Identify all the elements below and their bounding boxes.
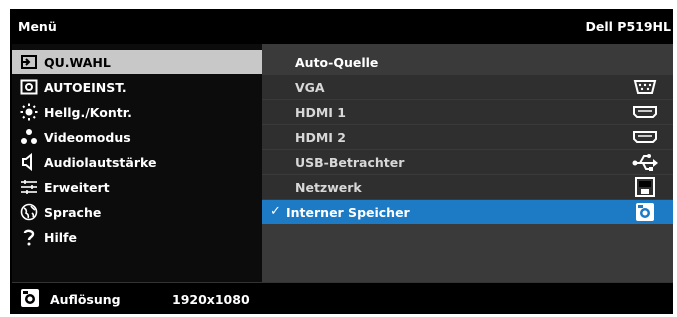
checkmark-icon: ✓ xyxy=(270,204,281,219)
menu-item-label: QU.WAHL xyxy=(44,55,111,70)
submenu-item-hdmi-2[interactable]: HDMI 2 xyxy=(262,125,673,149)
speaker-icon xyxy=(22,153,32,171)
menu-item-audio-volume[interactable]: Audiolautstärke xyxy=(12,150,262,174)
input-source-icon xyxy=(21,55,37,69)
video-mode-icon xyxy=(21,129,37,144)
language-globe-icon xyxy=(20,203,38,221)
menu-title: Menü xyxy=(18,19,57,34)
osd-window: Menü Dell P519HL QU.WAHL AUTOEINST. Hell… xyxy=(10,9,673,314)
menu-item-brightness-contrast[interactable]: Hellg./Kontr. xyxy=(12,100,262,124)
menu-item-label: Hilfe xyxy=(44,230,77,245)
model-name: Dell P519HL xyxy=(585,19,671,34)
submenu-item-internal-storage[interactable]: ✓ Interner Speicher xyxy=(262,200,673,224)
help-icon xyxy=(23,229,35,246)
submenu-item-usb-viewer[interactable]: USB-Betrachter xyxy=(262,150,673,174)
submenu-item-vga[interactable]: VGA xyxy=(262,75,673,99)
menu-item-label: Videomodus xyxy=(44,130,131,145)
osd-footer: Auflösung 1920x1080 xyxy=(10,283,673,314)
internal-storage-icon xyxy=(21,289,39,307)
menu-item-video-mode[interactable]: Videomodus xyxy=(12,125,262,149)
advanced-settings-icon xyxy=(21,180,37,194)
submenu-item-label: VGA xyxy=(295,80,325,95)
internal-storage-icon xyxy=(636,203,654,221)
submenu-item-network[interactable]: Netzwerk xyxy=(262,175,673,199)
menu-item-label: Sprache xyxy=(44,205,102,220)
hdmi-port-icon xyxy=(633,131,657,143)
menu-item-input-source[interactable]: QU.WAHL xyxy=(12,50,262,74)
menu-item-language[interactable]: Sprache xyxy=(12,200,262,224)
usb-icon xyxy=(632,154,658,171)
submenu-item-hdmi-1[interactable]: HDMI 1 xyxy=(262,100,673,124)
resolution-label: Auflösung xyxy=(50,292,121,307)
submenu-item-label: Interner Speicher xyxy=(286,205,410,220)
auto-adjust-icon xyxy=(20,79,38,95)
submenu-item-label: Netzwerk xyxy=(295,180,362,195)
submenu-item-label: HDMI 2 xyxy=(295,130,346,145)
vga-port-icon xyxy=(633,80,657,94)
menu-item-advanced[interactable]: Erweitert xyxy=(12,175,262,199)
menu-item-label: Audiolautstärke xyxy=(44,155,157,170)
network-icon xyxy=(635,177,655,197)
brightness-icon xyxy=(20,103,38,121)
menu-item-label: Hellg./Kontr. xyxy=(44,105,132,120)
hdmi-port-icon xyxy=(633,106,657,118)
menu-item-label: Erweitert xyxy=(44,180,110,195)
submenu-item-auto-source[interactable]: Auto-Quelle xyxy=(262,50,673,74)
submenu-item-label: USB-Betrachter xyxy=(295,155,405,170)
osd-header: Menü Dell P519HL xyxy=(10,9,673,42)
menu-item-label: AUTOEINST. xyxy=(44,80,127,95)
resolution-value: 1920x1080 xyxy=(172,292,250,307)
submenu-header-label: Auto-Quelle xyxy=(295,55,379,70)
menu-item-auto-adjust[interactable]: AUTOEINST. xyxy=(12,75,262,99)
submenu-item-label: HDMI 1 xyxy=(295,105,346,120)
menu-item-help[interactable]: Hilfe xyxy=(12,225,262,249)
